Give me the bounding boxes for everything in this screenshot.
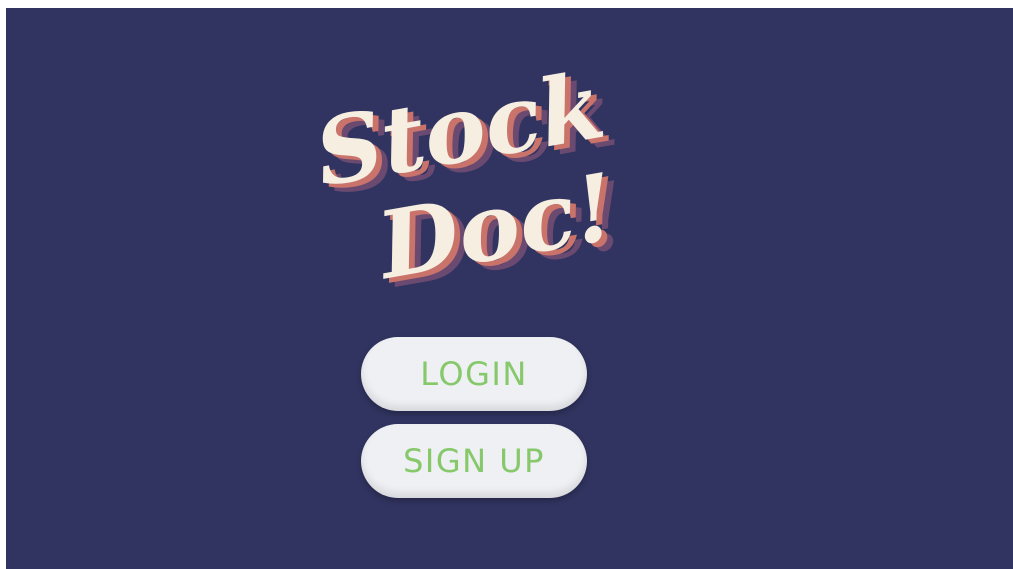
- logo-wordmark: Stock Doc! Stock Doc! Stock Doc!: [307, 53, 626, 309]
- signup-button[interactable]: SIGN UP: [361, 424, 587, 498]
- app-screen: Stock Doc! Stock Doc! Stock Doc! LOGIN S…: [6, 8, 1013, 569]
- app-logo: Stock Doc! Stock Doc! Stock Doc!: [306, 53, 626, 313]
- login-button[interactable]: LOGIN: [361, 337, 587, 411]
- login-button-label: LOGIN: [420, 355, 528, 393]
- signup-button-label: SIGN UP: [403, 442, 545, 480]
